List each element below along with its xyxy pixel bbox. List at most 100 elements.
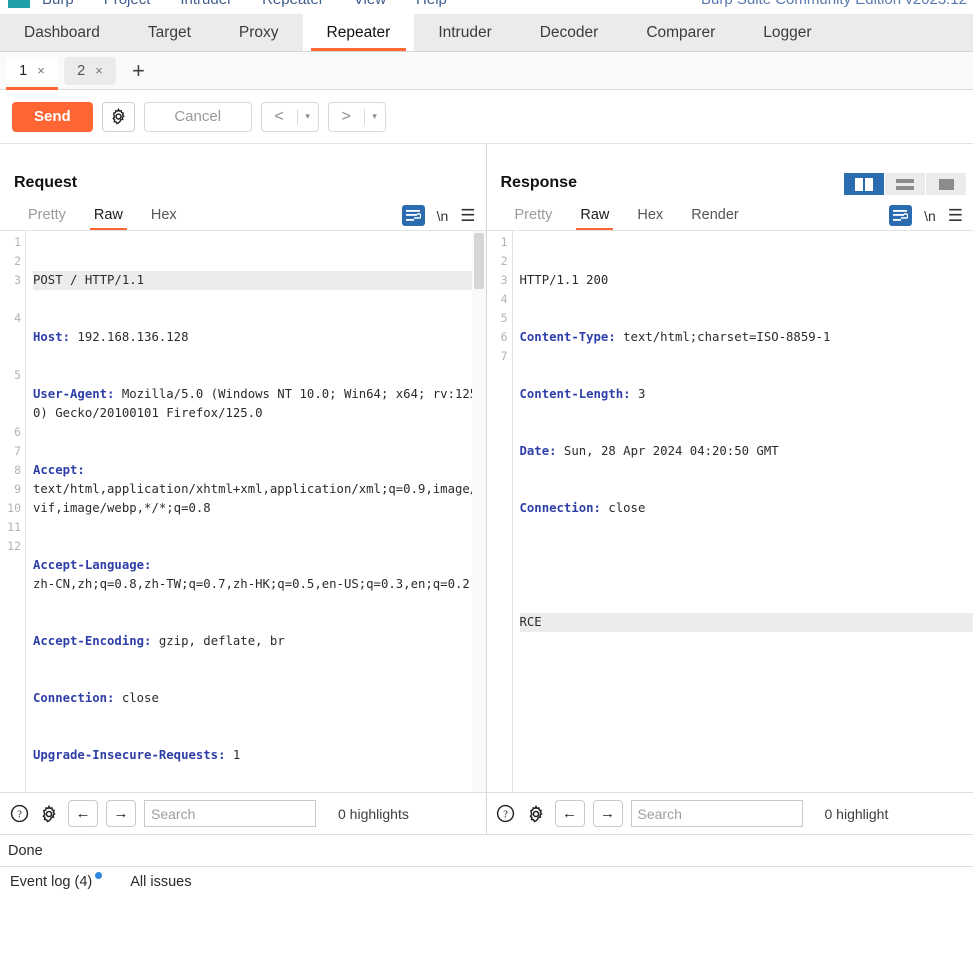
header-name: Accept-Language: [33, 558, 152, 572]
request-line-8: Upgrade-Insecure-Requests: 1 [33, 746, 486, 765]
word-wrap-toggle[interactable] [401, 205, 425, 226]
request-line-1: POST / HTTP/1.1 [33, 271, 486, 290]
header-value: Sun, 28 Apr 2024 04:20:50 GMT [556, 444, 779, 458]
request-editor[interactable]: 1 2 3 4 5 6 7 8 9 10 11 12 POST / HTTP/1… [0, 230, 486, 792]
show-newlines-button[interactable]: \n [437, 208, 449, 224]
header-value: close [600, 501, 646, 515]
response-line-7: RCE [519, 613, 973, 632]
request-menu-button[interactable]: ☰ [460, 206, 475, 226]
response-tab-hex[interactable]: Hex [623, 207, 677, 230]
line-number: 11 [7, 520, 21, 534]
chevron-down-icon[interactable]: ▾ [298, 111, 318, 122]
response-line-3: Content-Length: 3 [520, 385, 973, 404]
request-search-field[interactable] [144, 800, 332, 827]
close-icon[interactable]: × [37, 63, 45, 78]
line-number: 4 [14, 311, 21, 325]
line-number: 12 [7, 539, 21, 553]
repeater-tab-2[interactable]: 2 × [64, 56, 116, 85]
request-pane: Request Pretty Raw Hex \n ☰ 1 2 3 4 5 6 … [0, 144, 487, 834]
scrollbar-thumb[interactable] [473, 233, 484, 289]
search-prev-button[interactable]: ← [68, 800, 98, 827]
request-tab-raw[interactable]: Raw [80, 207, 137, 230]
menu-item-project[interactable]: Project [104, 0, 151, 8]
response-content[interactable]: HTTP/1.1 200 Content-Type: text/html;cha… [513, 231, 973, 792]
search-prev-button[interactable]: ← [554, 800, 585, 827]
response-menu-button[interactable]: ☰ [948, 206, 963, 226]
response-editor[interactable]: 1 2 3 4 5 6 7 HTTP/1.1 200 Content-Type:… [486, 230, 973, 792]
line-number: 5 [14, 368, 21, 382]
cancel-button[interactable]: Cancel [143, 101, 252, 132]
stacked-layout-button[interactable] [885, 173, 926, 195]
status-bar: Done [0, 834, 973, 866]
request-highlights-count: 0 highlights [338, 805, 409, 822]
svg-text:?: ? [503, 809, 508, 820]
response-highlights-count: 0 highlight [824, 805, 889, 822]
request-response-split: Request Pretty Raw Hex \n ☰ 1 2 3 4 5 6 … [0, 144, 973, 834]
search-settings-gear-icon[interactable] [525, 803, 547, 825]
response-tools: \n ☰ [889, 205, 973, 230]
request-line-7: Connection: close [33, 689, 486, 708]
repeater-tab-1[interactable]: 1 × [6, 56, 58, 90]
single-pane-icon [938, 178, 954, 190]
response-tab-raw[interactable]: Raw [566, 207, 623, 230]
line-number: 6 [14, 425, 21, 439]
search-next-button[interactable]: → [106, 800, 136, 827]
tab-logger[interactable]: Logger [739, 14, 835, 51]
help-circle-icon[interactable]: ? [8, 803, 30, 825]
help-circle-icon[interactable]: ? [495, 803, 517, 825]
line-number: 4 [500, 292, 508, 306]
request-tab-pretty[interactable]: Pretty [14, 207, 80, 230]
request-settings-button[interactable] [101, 101, 135, 132]
tab-proxy[interactable]: Proxy [215, 14, 303, 51]
request-scrollbar[interactable] [471, 231, 486, 792]
search-settings-gear-icon[interactable] [38, 803, 60, 825]
add-tab-button[interactable]: + [122, 59, 155, 82]
repeater-session-tabs: 1 × 2 × + [0, 52, 973, 90]
request-tab-hex[interactable]: Hex [137, 207, 191, 230]
response-view-tabs: Pretty Raw Hex Render \n ☰ [487, 196, 973, 230]
response-tab-pretty[interactable]: Pretty [501, 207, 567, 230]
menu-item-view[interactable]: View [354, 0, 386, 8]
request-search-input[interactable] [151, 805, 332, 822]
tab-dashboard[interactable]: Dashboard [0, 14, 124, 51]
menu-items[interactable]: Burp Project Intruder Repeater View Help [42, 0, 447, 8]
tab-repeater[interactable]: Repeater [302, 14, 415, 51]
single-pane-layout-button[interactable] [926, 173, 967, 195]
menu-item-intruder[interactable]: Intruder [180, 0, 232, 8]
tab-comparer[interactable]: Comparer [622, 14, 739, 51]
response-tab-render[interactable]: Render [677, 207, 753, 230]
line-number: 8 [14, 463, 21, 477]
repeater-toolbar: Send Cancel < ▾ > ▾ [0, 90, 973, 144]
show-newlines-button[interactable]: \n [924, 208, 936, 224]
chevron-down-icon[interactable]: ▾ [365, 111, 385, 122]
next-request-button[interactable]: > ▾ [327, 101, 386, 132]
response-line-4: Date: Sun, 28 Apr 2024 04:20:50 GMT [520, 442, 973, 461]
all-issues-button[interactable]: All issues [130, 874, 191, 890]
side-by-side-layout-button[interactable] [844, 173, 885, 195]
menu-item-help[interactable]: Help [416, 0, 447, 8]
request-content[interactable]: POST / HTTP/1.1 Host: 192.168.136.128 Us… [26, 231, 486, 792]
request-line-numbers: 1 2 3 4 5 6 7 8 9 10 11 12 [0, 231, 26, 792]
event-log-button[interactable]: Event log (4) [10, 871, 103, 890]
svg-text:?: ? [17, 809, 22, 820]
line-number: 7 [14, 444, 21, 458]
response-line-6 [520, 556, 973, 575]
menu-item-burp[interactable]: Burp [42, 0, 74, 8]
request-tools: \n ☰ [401, 205, 486, 230]
tab-target[interactable]: Target [124, 14, 215, 51]
prev-request-button[interactable]: < ▾ [260, 101, 319, 132]
tab-intruder[interactable]: Intruder [414, 14, 515, 51]
tab-decoder[interactable]: Decoder [516, 14, 623, 51]
header-value: gzip, deflate, br [151, 634, 285, 648]
menu-item-repeater[interactable]: Repeater [262, 0, 324, 8]
close-icon[interactable]: × [95, 63, 103, 78]
response-search-input[interactable] [637, 805, 819, 822]
search-next-button[interactable]: → [592, 800, 623, 827]
response-search-field[interactable] [630, 800, 819, 827]
header-name: Accept: [33, 463, 85, 477]
request-line-6: Accept-Encoding: gzip, deflate, br [33, 632, 486, 651]
word-wrap-toggle[interactable] [889, 205, 913, 226]
send-button[interactable]: Send [12, 101, 93, 132]
line-number: 2 [500, 254, 508, 268]
response-pane: Response Pretty Raw Hex Render \n ☰ 1 2 … [486, 144, 973, 834]
